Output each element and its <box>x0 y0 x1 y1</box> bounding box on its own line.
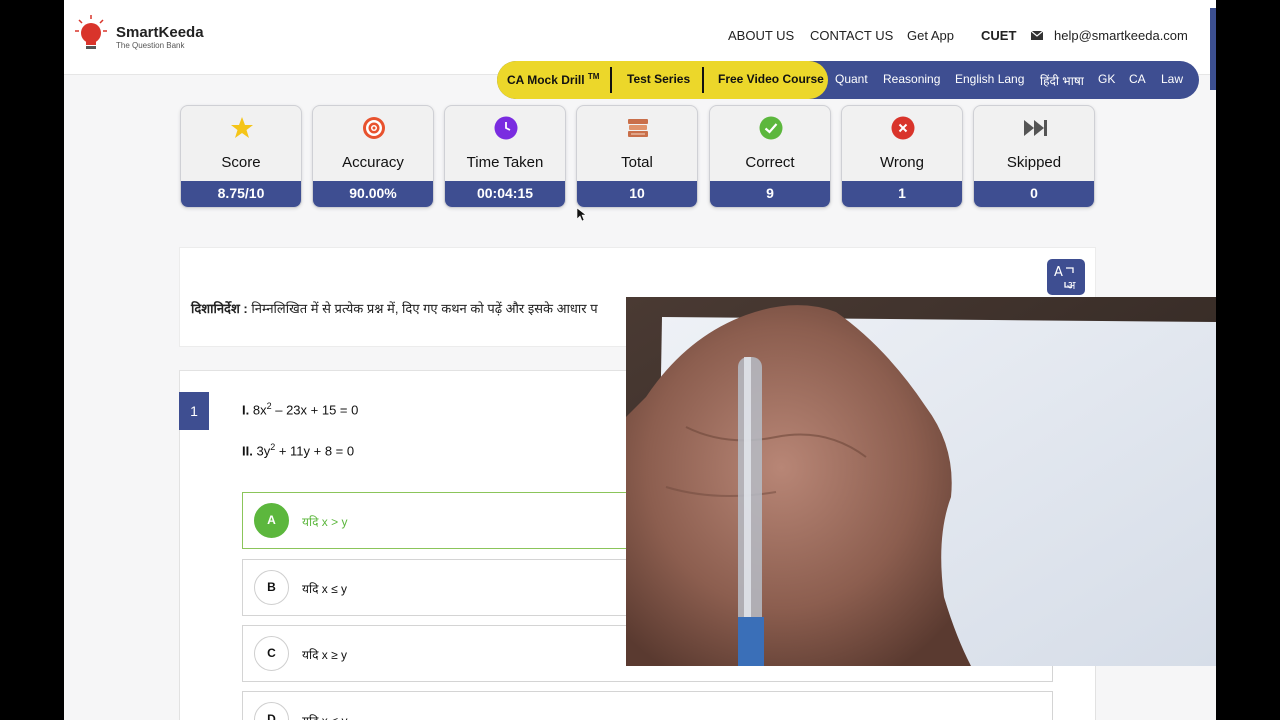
get-app-link[interactable]: Get App <box>907 28 954 43</box>
direction-body: निम्नलिखित में से प्रत्येक प्रश्न में, द… <box>251 301 598 316</box>
nav-hindi[interactable]: हिंदी भाषा <box>1040 72 1084 89</box>
mouse-cursor-icon <box>576 207 587 222</box>
cross-icon <box>891 116 915 140</box>
brand-tagline: The Question Bank <box>116 41 185 50</box>
letterbox-right <box>1216 0 1280 720</box>
stat-label: Score <box>221 154 261 171</box>
contact-us-link[interactable]: CONTACT US <box>810 28 893 43</box>
brand-logo[interactable]: SmartKeeda The Question Bank <box>74 14 204 52</box>
direction-label: दिशानिर्देश : <box>191 301 248 316</box>
direction-text: दिशानिर्देश : निम्नलिखित में से प्रत्येक… <box>191 299 598 317</box>
nav-gk[interactable]: GK <box>1098 72 1115 86</box>
about-us-link[interactable]: ABOUT US <box>728 28 794 43</box>
stat-value: 0 <box>974 181 1094 207</box>
stat-card-time: Time Taken 00:04:15 <box>444 105 566 208</box>
ca-mock-drill-link[interactable]: CA Mock Drill TM <box>507 72 599 87</box>
nav-ca[interactable]: CA <box>1129 72 1146 86</box>
email-text: help@smartkeeda.com <box>1054 27 1188 43</box>
bulb-icon <box>74 14 108 52</box>
books-icon <box>626 116 650 140</box>
mail-icon <box>1031 30 1043 40</box>
stat-value: 9 <box>710 181 830 207</box>
option-text: यदि x ≥ y <box>302 648 348 662</box>
stat-label: Time Taken <box>466 154 544 171</box>
option-text: यदि x ≤ y <box>302 582 348 596</box>
stat-value: 90.00% <box>313 181 433 207</box>
test-series-link[interactable]: Test Series <box>627 72 690 86</box>
stat-card-accuracy: Accuracy 90.00% <box>312 105 434 208</box>
video-overlay[interactable] <box>626 297 1216 666</box>
option-letter: D <box>254 702 289 720</box>
option-letter: A <box>254 503 289 538</box>
nav-quant[interactable]: Quant <box>835 72 868 86</box>
stat-label: Correct <box>745 154 795 171</box>
nav-divider <box>702 67 704 93</box>
stat-value: 1 <box>842 181 962 207</box>
cuet-link[interactable]: CUET <box>981 28 1016 43</box>
nav-english[interactable]: English Lang <box>955 72 1024 86</box>
nav-divider <box>610 67 612 93</box>
stat-label: Skipped <box>1006 154 1062 171</box>
stat-value: 10 <box>577 181 697 207</box>
stat-card-skipped: Skipped 0 <box>973 105 1095 208</box>
option-text: यदि x > y <box>302 515 348 529</box>
svg-text:A: A <box>1054 265 1063 280</box>
target-icon <box>362 116 386 140</box>
stat-value: 8.75/10 <box>181 181 301 207</box>
stat-card-correct: Correct 9 <box>709 105 831 208</box>
handwriting-video-frame <box>626 297 1216 666</box>
option-letter: B <box>254 570 289 605</box>
skip-icon <box>1023 116 1047 140</box>
email-link[interactable]: help@smartkeeda.com <box>1031 26 1188 44</box>
check-icon <box>759 116 783 140</box>
nav-law[interactable]: Law <box>1161 72 1183 86</box>
stat-label: Wrong <box>880 154 924 171</box>
stat-card-score: Score 8.75/10 <box>180 105 302 208</box>
brand-name: SmartKeeda <box>116 24 204 41</box>
option-letter: C <box>254 636 289 671</box>
stat-label: Total <box>621 154 653 171</box>
stat-value: 00:04:15 <box>445 181 565 207</box>
translate-icon: A अ <box>1054 265 1076 292</box>
stat-card-wrong: Wrong 1 <box>841 105 963 208</box>
category-nav: CA Mock Drill TM Test Series Free Video … <box>497 61 1199 99</box>
stat-label: Accuracy <box>342 154 404 171</box>
stat-card-total: Total 10 <box>576 105 698 208</box>
option-text: यदि x < y <box>302 712 347 720</box>
nav-reasoning[interactable]: Reasoning <box>883 72 940 86</box>
equation-1: I. 8x2 – 23x + 15 = 0 <box>242 401 359 418</box>
clock-icon <box>494 116 518 140</box>
translate-button[interactable]: A अ <box>1047 259 1085 295</box>
featured-nav: CA Mock Drill TM Test Series Free Video … <box>497 61 828 99</box>
option-d[interactable]: D यदि x < y <box>242 691 1053 720</box>
star-icon <box>230 116 254 140</box>
svg-text:अ: अ <box>1067 279 1076 292</box>
equation-2: II. 3y2 + 11y + 8 = 0 <box>242 442 355 459</box>
question-number: 1 <box>179 392 209 430</box>
free-video-course-link[interactable]: Free Video Course <box>718 72 824 86</box>
